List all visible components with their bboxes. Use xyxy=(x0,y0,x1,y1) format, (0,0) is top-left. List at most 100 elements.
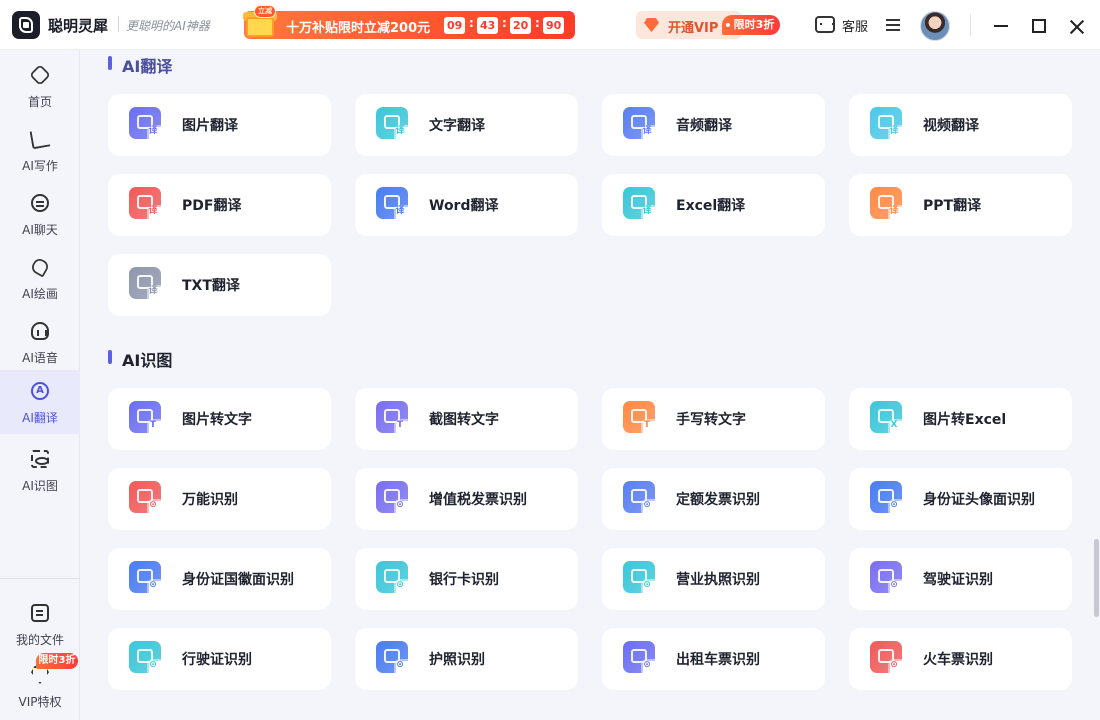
tool-label: 身份证国徽面识别 xyxy=(182,572,294,588)
tool-icon-badge: T xyxy=(149,420,157,430)
tool-card[interactable]: ⊙ 营业执照识别 xyxy=(602,548,825,610)
tool-card[interactable]: ⊙ 行驶证识别 xyxy=(108,628,331,690)
tool-card[interactable]: ⊙ 万能识别 xyxy=(108,468,331,530)
app-slogan: 更聪明的AI神器 xyxy=(126,19,210,33)
tool-card[interactable]: X 图片转Excel xyxy=(849,388,1072,450)
customer-service-label: 客服 xyxy=(842,20,869,35)
tool-icon-badge: ⊙ xyxy=(643,660,651,670)
tool-label: 音频翻译 xyxy=(676,118,732,134)
tool-label: 银行卡识别 xyxy=(429,572,499,588)
tool-label: 驾驶证识别 xyxy=(923,572,993,588)
tool-icon-badge: ⊙ xyxy=(890,580,898,590)
countdown-separator: : xyxy=(502,16,507,30)
tool-card[interactable]: 译 音频翻译 xyxy=(602,94,825,156)
app-name: 聪明灵犀 xyxy=(48,17,109,35)
scrollbar-thumb[interactable] xyxy=(1094,539,1099,617)
sidebar-item-label: 首页 xyxy=(27,95,52,109)
tool-card[interactable]: 译 TXT翻译 xyxy=(108,254,331,316)
tool-label: PDF翻译 xyxy=(182,198,242,214)
tool-label: 图片转Excel xyxy=(923,412,1007,428)
tool-card[interactable]: T 图片转文字 xyxy=(108,388,331,450)
sidebar-vip-badge: 限时3折 xyxy=(36,653,78,669)
tool-label: 出租车票识别 xyxy=(676,652,760,668)
sidebar-item-label: VIP特权 xyxy=(18,695,62,709)
sidebar-item-ai-voice[interactable]: AI语音 xyxy=(0,312,80,376)
menu-icon[interactable] xyxy=(886,19,900,31)
sidebar-divider xyxy=(0,578,80,579)
home-icon xyxy=(29,64,51,86)
tool-card[interactable]: ⊙ 身份证国徽面识别 xyxy=(108,548,331,610)
tool-icon-badge: ⊙ xyxy=(643,500,651,510)
tool-card[interactable]: ⊙ 增值税发票识别 xyxy=(355,468,578,530)
file-icon xyxy=(31,604,49,622)
tool-card[interactable]: 译 Excel翻译 xyxy=(602,174,825,236)
tool-card[interactable]: 译 图片翻译 xyxy=(108,94,331,156)
tool-label: Word翻译 xyxy=(429,198,499,214)
tool-icon-badge: T xyxy=(396,420,404,430)
countdown-seconds: 20 xyxy=(510,17,532,34)
tool-label: 行驶证识别 xyxy=(182,652,252,668)
sidebar-item-label: AI绘画 xyxy=(22,287,58,301)
tool-card[interactable]: T 截图转文字 xyxy=(355,388,578,450)
tool-card[interactable]: ⊙ 银行卡识别 xyxy=(355,548,578,610)
close-icon[interactable] xyxy=(1069,19,1085,35)
tool-icon-badge: 译 xyxy=(148,126,158,136)
sidebar-item-label: AI识图 xyxy=(22,479,58,493)
tool-card[interactable]: ⊙ 身份证头像面识别 xyxy=(849,468,1072,530)
gift-icon: 立减 xyxy=(242,5,282,41)
section-title-ai-translate: AI翻译 xyxy=(108,53,172,77)
sidebar-item-ai-chat[interactable]: AI聊天 xyxy=(0,184,80,248)
tool-card[interactable]: T 手写转文字 xyxy=(602,388,825,450)
tool-label: 文字翻译 xyxy=(429,118,485,134)
sidebar-item-ai-writing[interactable]: AI写作 xyxy=(0,120,80,184)
tool-card[interactable]: 译 视频翻译 xyxy=(849,94,1072,156)
sidebar-item-ai-translate[interactable]: AI翻译 xyxy=(0,370,80,434)
tool-icon-badge: X xyxy=(890,420,898,430)
section-title-ai-image-recognition: AI识图 xyxy=(108,347,172,371)
sidebar-item-label: AI翻译 xyxy=(22,411,58,425)
countdown-centiseconds: 90 xyxy=(543,17,565,34)
sidebar-item-my-files[interactable]: 我的文件 xyxy=(0,594,80,658)
user-avatar[interactable] xyxy=(920,11,950,41)
tool-label: 手写转文字 xyxy=(676,412,746,428)
sidebar: 首页 AI写作 AI聊天 AI绘画 AI语音 AI翻译 AI识图 我的文件 VI… xyxy=(0,50,80,720)
maximize-icon[interactable] xyxy=(1032,19,1046,33)
tool-label: 身份证头像面识别 xyxy=(923,492,1035,508)
tool-card[interactable]: ⊙ 火车票识别 xyxy=(849,628,1072,690)
tool-card[interactable]: ⊙ 驾驶证识别 xyxy=(849,548,1072,610)
sidebar-item-ai-painting[interactable]: AI绘画 xyxy=(0,248,80,312)
sidebar-item-label: AI语音 xyxy=(22,351,58,365)
tool-label: 万能识别 xyxy=(182,492,238,508)
sidebar-item-label: AI聊天 xyxy=(22,223,58,237)
tool-label: 火车票识别 xyxy=(923,652,993,668)
tool-icon-badge: 译 xyxy=(889,126,899,136)
tool-icon-badge: 译 xyxy=(642,126,652,136)
scrollbar-track[interactable] xyxy=(1094,50,1100,720)
sidebar-item-home[interactable]: 首页 xyxy=(0,56,80,120)
tool-icon-badge: 译 xyxy=(642,206,652,216)
tool-card[interactable]: ⊙ 定额发票识别 xyxy=(602,468,825,530)
tool-icon-badge: 译 xyxy=(395,206,405,216)
minimize-icon[interactable] xyxy=(994,25,1008,27)
tool-icon-badge: 译 xyxy=(148,206,158,216)
tool-label: TXT翻译 xyxy=(182,278,240,294)
tool-label: 护照识别 xyxy=(429,652,485,668)
tool-card[interactable]: ⊙ 护照识别 xyxy=(355,628,578,690)
tool-card[interactable]: ⊙ 出租车票识别 xyxy=(602,628,825,690)
tool-card[interactable]: 译 PPT翻译 xyxy=(849,174,1072,236)
sidebar-item-ai-image-recognition[interactable]: AI识图 xyxy=(0,440,80,504)
promo-banner[interactable]: 立减 十万补贴限时立减200元 09 : 43 : 20 : 90 xyxy=(243,5,575,39)
tool-label: 定额发票识别 xyxy=(676,492,760,508)
tool-label: 图片转文字 xyxy=(182,412,252,428)
main-content: AI翻译 译图片翻译译文字翻译译音频翻译译视频翻译译 PDF翻译译 Word翻译译 E… xyxy=(80,50,1100,720)
vip-diamond-icon xyxy=(644,18,659,32)
tool-card[interactable]: 译 PDF翻译 xyxy=(108,174,331,236)
tool-label: 营业执照识别 xyxy=(676,572,760,588)
tool-label: 截图转文字 xyxy=(429,412,499,428)
tool-icon-badge: ⊙ xyxy=(643,580,651,590)
tool-card[interactable]: 译 Word翻译 xyxy=(355,174,578,236)
scan-icon xyxy=(31,450,49,468)
tool-icon-badge: ⊙ xyxy=(396,660,404,670)
tool-icon-badge: 译 xyxy=(148,286,158,296)
tool-card[interactable]: 译 文字翻译 xyxy=(355,94,578,156)
